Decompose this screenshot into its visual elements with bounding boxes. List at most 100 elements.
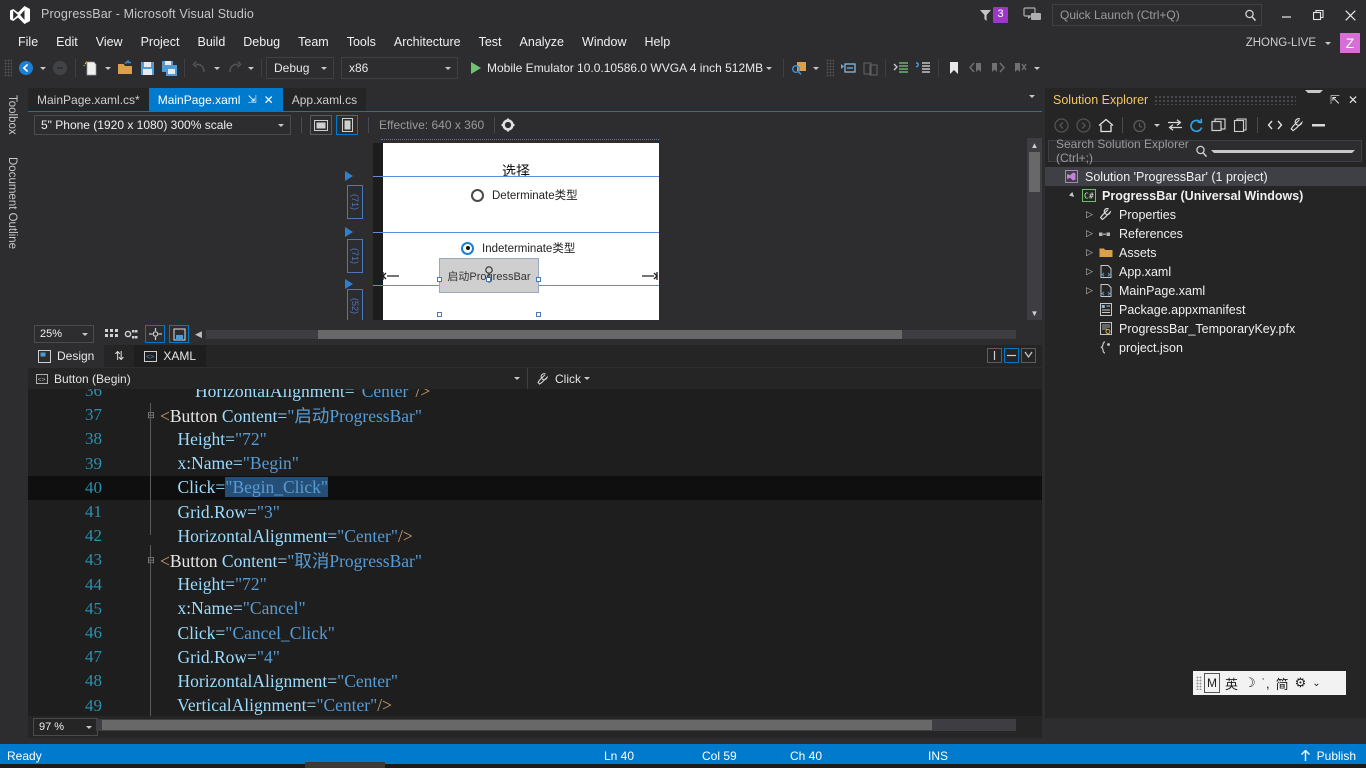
tab-design-view[interactable]: Design [28, 345, 105, 367]
save-all-button[interactable] [158, 57, 180, 79]
collapse-all-button[interactable] [1208, 115, 1229, 136]
notifications[interactable]: 3 [979, 7, 1008, 23]
swap-panes-button[interactable]: ⇅ [104, 349, 134, 363]
account-row[interactable]: ZHONG-LIVE Z [1246, 33, 1360, 53]
menu-item-help[interactable]: Help [635, 32, 679, 52]
expander-expanded-icon[interactable]: ▲ [1065, 188, 1081, 204]
expander-collapsed-icon[interactable]: ▷ [1083, 247, 1096, 258]
menu-item-edit[interactable]: Edit [47, 32, 87, 52]
selection-handle[interactable] [536, 277, 541, 282]
chevron-down-icon[interactable] [82, 332, 88, 336]
new-project-button[interactable] [80, 57, 102, 79]
code-line[interactable]: 46 Click="Cancel_Click" [28, 621, 1042, 645]
close-button[interactable] [1334, 0, 1366, 30]
code-line[interactable]: 40 Click="Begin_Click" [28, 475, 1042, 500]
split-horizontal-button[interactable] [1004, 348, 1019, 363]
ime-mode-button[interactable]: M [1204, 673, 1220, 693]
home-button[interactable] [1095, 115, 1116, 136]
expander-collapsed-icon[interactable]: ▷ [1083, 228, 1096, 239]
menu-item-tools[interactable]: Tools [338, 32, 385, 52]
chevron-down-icon[interactable] [766, 66, 773, 70]
pin-icon[interactable]: ⇲ [247, 93, 256, 106]
menu-item-analyze[interactable]: Analyze [511, 32, 573, 52]
ime-language-bar[interactable]: M 英 ☽ ˙, 简 ⚙ ⌄ [1193, 671, 1346, 695]
increase-indent-button[interactable] [890, 57, 912, 79]
menu-item-build[interactable]: Build [188, 32, 234, 52]
device-selector-combo[interactable]: 5" Phone (1920 x 1080) 300% scale [34, 115, 291, 135]
ime-moon-icon[interactable]: ☽ [1241, 673, 1259, 693]
tab-app-xaml-cs[interactable]: App.xaml.cs [282, 88, 367, 111]
code-line[interactable]: 47 Grid.Row="4" [28, 645, 1042, 669]
snap-to-snaplines-button[interactable] [145, 325, 165, 343]
solution-configuration-combo[interactable]: Debug [266, 57, 334, 79]
undo-button[interactable] [189, 57, 211, 79]
rotate-handle-icon[interactable] [483, 266, 495, 280]
code-line[interactable]: 36 HorizontalAlignment="Center"/> [28, 389, 1042, 403]
expander-collapsed-icon[interactable]: ▷ [1083, 266, 1096, 277]
code-line[interactable]: 44 Height="72" [28, 573, 1042, 597]
code-line[interactable]: 43 ⊟ <Button Content="取消ProgressBar" [28, 548, 1042, 572]
ime-overflow-chevron-icon[interactable]: ⌄ [1309, 673, 1323, 693]
tree-item[interactable]: ▷ Properties [1045, 205, 1366, 224]
decrease-indent-button[interactable] [912, 57, 934, 79]
tree-item[interactable]: Package.appxmanifest [1045, 300, 1366, 319]
chevron-down-icon[interactable] [321, 66, 327, 70]
show-all-files-button[interactable] [1230, 115, 1251, 136]
tab-xaml-view[interactable]: <> XAML [134, 345, 207, 367]
refresh-button[interactable] [1186, 115, 1207, 136]
toolbar-grip[interactable] [4, 59, 12, 77]
comment-button[interactable] [837, 57, 859, 79]
avatar[interactable]: Z [1340, 33, 1360, 53]
menu-item-team[interactable]: Team [289, 32, 338, 52]
editor-zoom-combo[interactable]: 97 % [33, 718, 98, 736]
tree-item[interactable]: ▲ C# ProgressBar (Universal Windows) [1045, 186, 1366, 205]
tab-mainpage-xaml[interactable]: MainPage.xaml ⇲ ✕ [148, 88, 283, 111]
ime-chinese-icon[interactable]: 英 [1222, 673, 1241, 693]
code-line[interactable]: 45 x:Name="Cancel" [28, 597, 1042, 621]
xaml-code-editor[interactable]: 36 HorizontalAlignment="Center"/> 37 ⊟ <But… [28, 389, 1042, 716]
design-canvas[interactable]: (71) (71) (52) 选择 Determinate类型 Indeterm… [28, 138, 1042, 320]
design-artboard[interactable]: (71) (71) (52) 选择 Determinate类型 Indeterm… [345, 139, 659, 320]
menu-item-file[interactable]: File [9, 32, 47, 52]
publish-button[interactable]: Publish [1300, 749, 1356, 763]
sync-with-active-document-button[interactable] [1164, 115, 1185, 136]
code-fold-toggle-icon[interactable]: ⊟ [146, 555, 156, 566]
preview-selected-items-button[interactable] [1308, 115, 1329, 136]
solution-tree[interactable]: Solution 'ProgressBar' (1 project) ▲ C# Pro… [1045, 167, 1366, 357]
gear-icon[interactable]: ⚙ [1292, 673, 1310, 693]
pin-icon[interactable]: ⇱ [1326, 90, 1344, 110]
chevron-down-icon[interactable] [86, 725, 92, 729]
radio-button-selected-icon[interactable] [461, 241, 474, 255]
scrollbar-thumb[interactable] [102, 720, 932, 730]
feedback-smiley-icon[interactable] [1022, 6, 1044, 24]
tab-mainpage-xaml-cs[interactable]: MainPage.xaml.cs* [28, 88, 149, 111]
selection-handle[interactable] [437, 277, 442, 282]
back-button[interactable] [1051, 115, 1072, 136]
toggle-bookmark-button[interactable] [943, 57, 965, 79]
search-options-caret-icon[interactable] [1210, 149, 1355, 153]
radio-button-icon[interactable] [471, 188, 484, 202]
expander-collapsed-icon[interactable]: ▷ [1083, 209, 1096, 220]
pending-changes-caret-icon[interactable] [1154, 123, 1160, 127]
uncomment-button[interactable] [859, 57, 881, 79]
code-fold-toggle-icon[interactable]: ⊟ [146, 410, 156, 421]
clear-bookmarks-button[interactable] [1009, 57, 1031, 79]
view-code-button[interactable] [1264, 115, 1285, 136]
alignment-adorner-right-icon[interactable] [641, 269, 659, 283]
alignment-adorner-icon[interactable] [381, 269, 403, 283]
toolbar-grip-2[interactable] [826, 59, 835, 77]
designer-zoom-combo[interactable]: 25% [34, 325, 94, 343]
grid-settings-button[interactable] [121, 325, 141, 343]
editor-horizontal-scrollbar[interactable] [96, 719, 1016, 731]
selection-handle[interactable] [437, 312, 442, 317]
scroll-down-arrow-icon[interactable]: ▼ [1027, 306, 1042, 320]
code-line[interactable]: 41 Grid.Row="3" [28, 500, 1042, 524]
orientation-portrait-button[interactable] [336, 115, 358, 135]
menu-item-project[interactable]: Project [132, 32, 189, 52]
menu-item-test[interactable]: Test [470, 32, 511, 52]
designer-vertical-scrollbar[interactable]: ▲ ▼ [1027, 138, 1042, 320]
menu-item-window[interactable]: Window [573, 32, 635, 52]
navbar-event-combo[interactable]: Click [528, 372, 1042, 386]
next-bookmark-button[interactable] [987, 57, 1009, 79]
navbar-element-combo[interactable]: <> Button (Begin) [28, 368, 528, 389]
